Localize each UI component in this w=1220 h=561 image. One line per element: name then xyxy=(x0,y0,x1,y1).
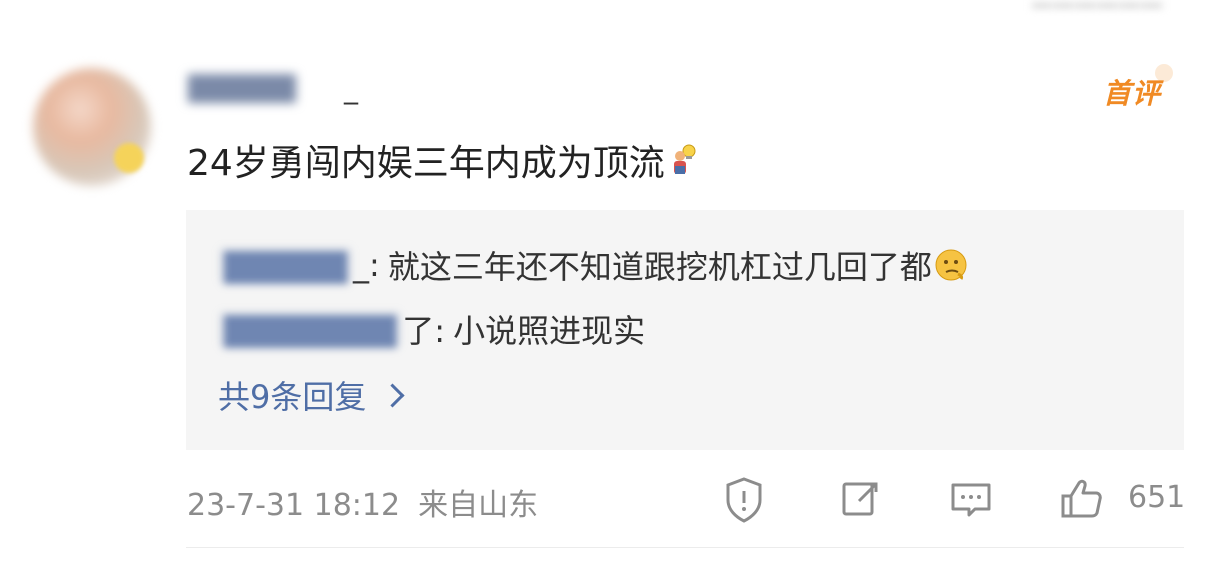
report-button[interactable] xyxy=(720,473,768,527)
comment-bubble-icon xyxy=(951,483,991,517)
chevron-right-icon xyxy=(380,382,405,408)
comment-text: 24岁勇闯内娱三年内成为顶流 xyxy=(187,134,701,186)
reply-username-blurred[interactable]: ▇▇▇▇▇▇▇ xyxy=(218,310,403,348)
first-comment-badge: 首评 xyxy=(1103,64,1174,112)
edit-share-icon xyxy=(842,482,878,516)
comment-body: 24岁勇闯内娱三年内成为顶流 xyxy=(187,143,665,184)
timestamp: 23-7-31 18:12 xyxy=(187,488,401,523)
verified-badge-icon xyxy=(114,143,144,173)
reply-item[interactable]: ▇▇▇▇▇▇▇ 了: 小说照进现实 xyxy=(218,306,645,352)
thumbs-up-icon xyxy=(1061,479,1102,518)
reply-panel[interactable]: ▇▇▇▇▇ _: 就这三年还不知道跟挖机杠过几回了都 ▇▇▇▇▇▇▇ 了: 小说… xyxy=(186,210,1184,450)
reply-user-suffix: 了: xyxy=(402,312,446,350)
divider xyxy=(186,547,1184,548)
view-more-replies-label: 共9条回复 xyxy=(218,378,367,416)
view-more-replies-link[interactable]: 共9条回复 xyxy=(218,372,405,418)
reply-item[interactable]: ▇▇▇▇▇ _: 就这三年还不知道跟挖机杠过几回了都 xyxy=(218,242,968,288)
username-blurred[interactable]: ▇▇▇▇▇ xyxy=(188,66,296,108)
thinking-face-emoji-icon xyxy=(934,248,968,282)
reply-text: 就这三年还不知道跟挖机杠过几回了都 xyxy=(387,248,932,286)
location: 来自山东 xyxy=(418,488,539,523)
person-with-lightbulb-emoji-icon xyxy=(667,143,701,177)
reply-username-blurred[interactable]: ▇▇▇▇▇ xyxy=(218,246,354,284)
report-shield-icon xyxy=(726,477,762,523)
blurred-top-fragment: ▁▁▁▁▁▁ xyxy=(1032,0,1182,8)
like-button[interactable] xyxy=(1058,473,1106,527)
reply-text: 小说照进现实 xyxy=(453,312,646,350)
comment-actions xyxy=(718,473,1184,527)
comment-meta: 23-7-31 18:12 来自山东 xyxy=(187,480,538,524)
reply-user-suffix: _: xyxy=(353,246,380,284)
username-suffix: _ xyxy=(344,72,358,105)
repost-button[interactable] xyxy=(837,473,885,527)
like-count: 651 xyxy=(1128,480,1186,515)
comment-button[interactable] xyxy=(947,473,995,527)
